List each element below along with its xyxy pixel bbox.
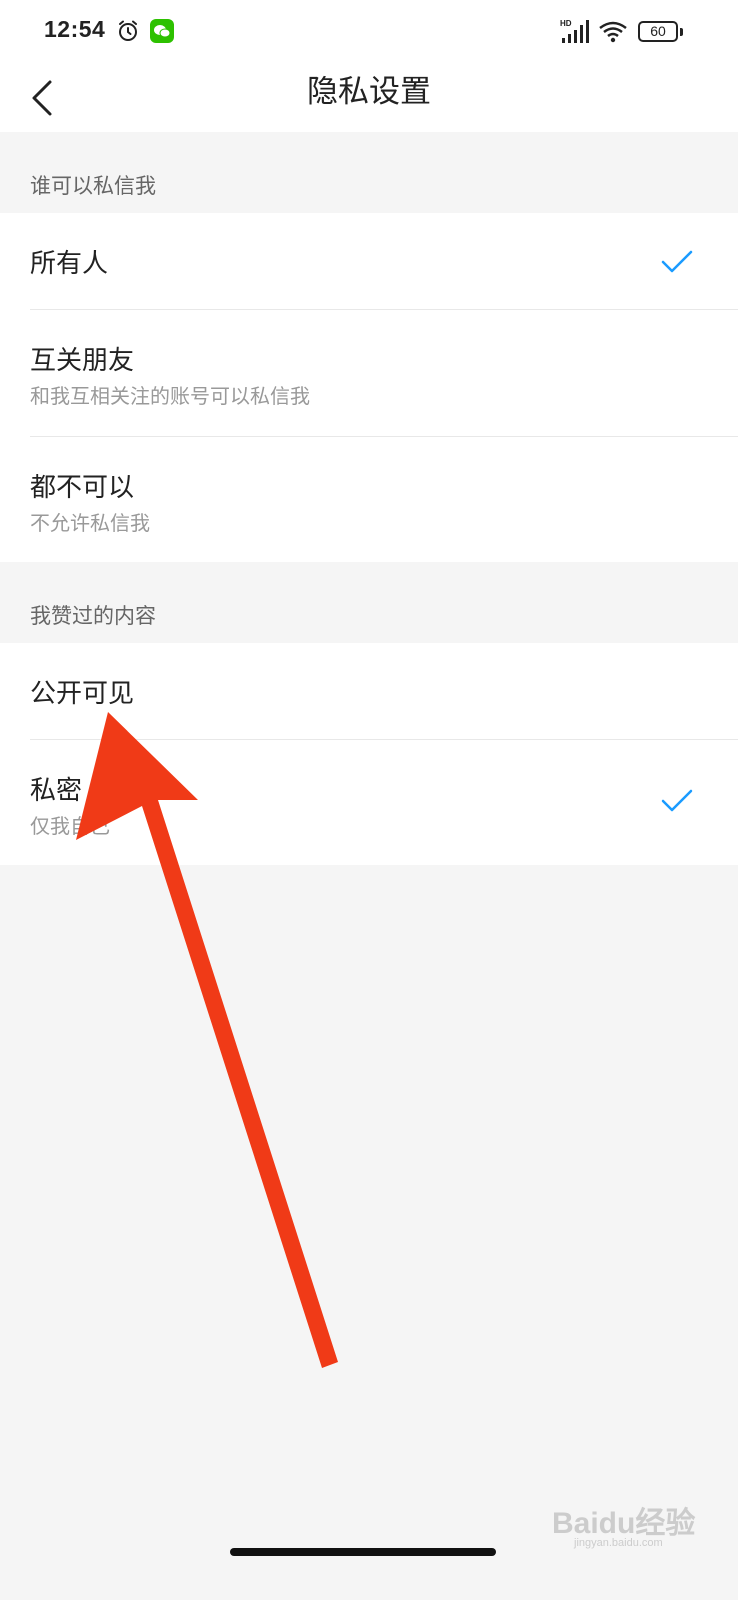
option-subtitle: 和我互相关注的账号可以私信我 <box>30 384 310 408</box>
watermark-logo: Baidu经验 <box>552 1507 696 1540</box>
check-icon <box>661 789 693 812</box>
status-time: 12:54 <box>44 16 106 42</box>
option-title: 都不可以 <box>30 473 135 503</box>
battery-icon: 60 <box>638 21 678 42</box>
message-permission-list: 所有人 互关朋友 和我互相关注的账号可以私信我 都不可以 不允许私信我 <box>0 213 738 562</box>
wifi-icon <box>599 21 627 43</box>
option-title: 所有人 <box>30 249 109 279</box>
home-indicator[interactable] <box>230 1548 496 1556</box>
option-nobody[interactable]: 都不可以 不允许私信我 <box>0 437 738 562</box>
option-title: 私密 <box>30 776 83 806</box>
status-bar: 12:54 HD 60 <box>0 0 738 64</box>
option-subtitle: 不允许私信我 <box>30 511 150 535</box>
option-everyone[interactable]: 所有人 <box>0 213 738 310</box>
option-title: 互关朋友 <box>30 346 135 376</box>
battery-tip <box>680 28 683 36</box>
privacy-settings-screen: 12:54 HD 60 隐私设置 谁可以私信我 所有人 互关朋友 和我互相关注的… <box>0 0 738 1600</box>
option-subtitle: 仅我自己 <box>30 814 110 838</box>
alarm-icon <box>119 20 137 41</box>
option-mutual-friends[interactable]: 互关朋友 和我互相关注的账号可以私信我 <box>0 310 738 437</box>
network-type-label: HD <box>560 19 572 28</box>
liked-content-visibility-list: 公开可见 私密 仅我自己 <box>0 643 738 865</box>
option-title: 公开可见 <box>30 679 135 709</box>
option-public[interactable]: 公开可见 <box>0 643 738 740</box>
watermark-url: jingyan.baidu.com <box>574 1537 663 1549</box>
nav-bar: 隐私设置 <box>0 64 738 132</box>
section-header-who-can-message: 谁可以私信我 <box>30 174 156 198</box>
signal-icon: HD <box>560 19 589 43</box>
check-icon <box>661 250 693 273</box>
section-header-liked-content: 我赞过的内容 <box>30 604 156 628</box>
wechat-icon <box>150 19 174 43</box>
option-private[interactable]: 私密 仅我自己 <box>0 740 738 865</box>
page-title: 隐私设置 <box>307 74 431 110</box>
